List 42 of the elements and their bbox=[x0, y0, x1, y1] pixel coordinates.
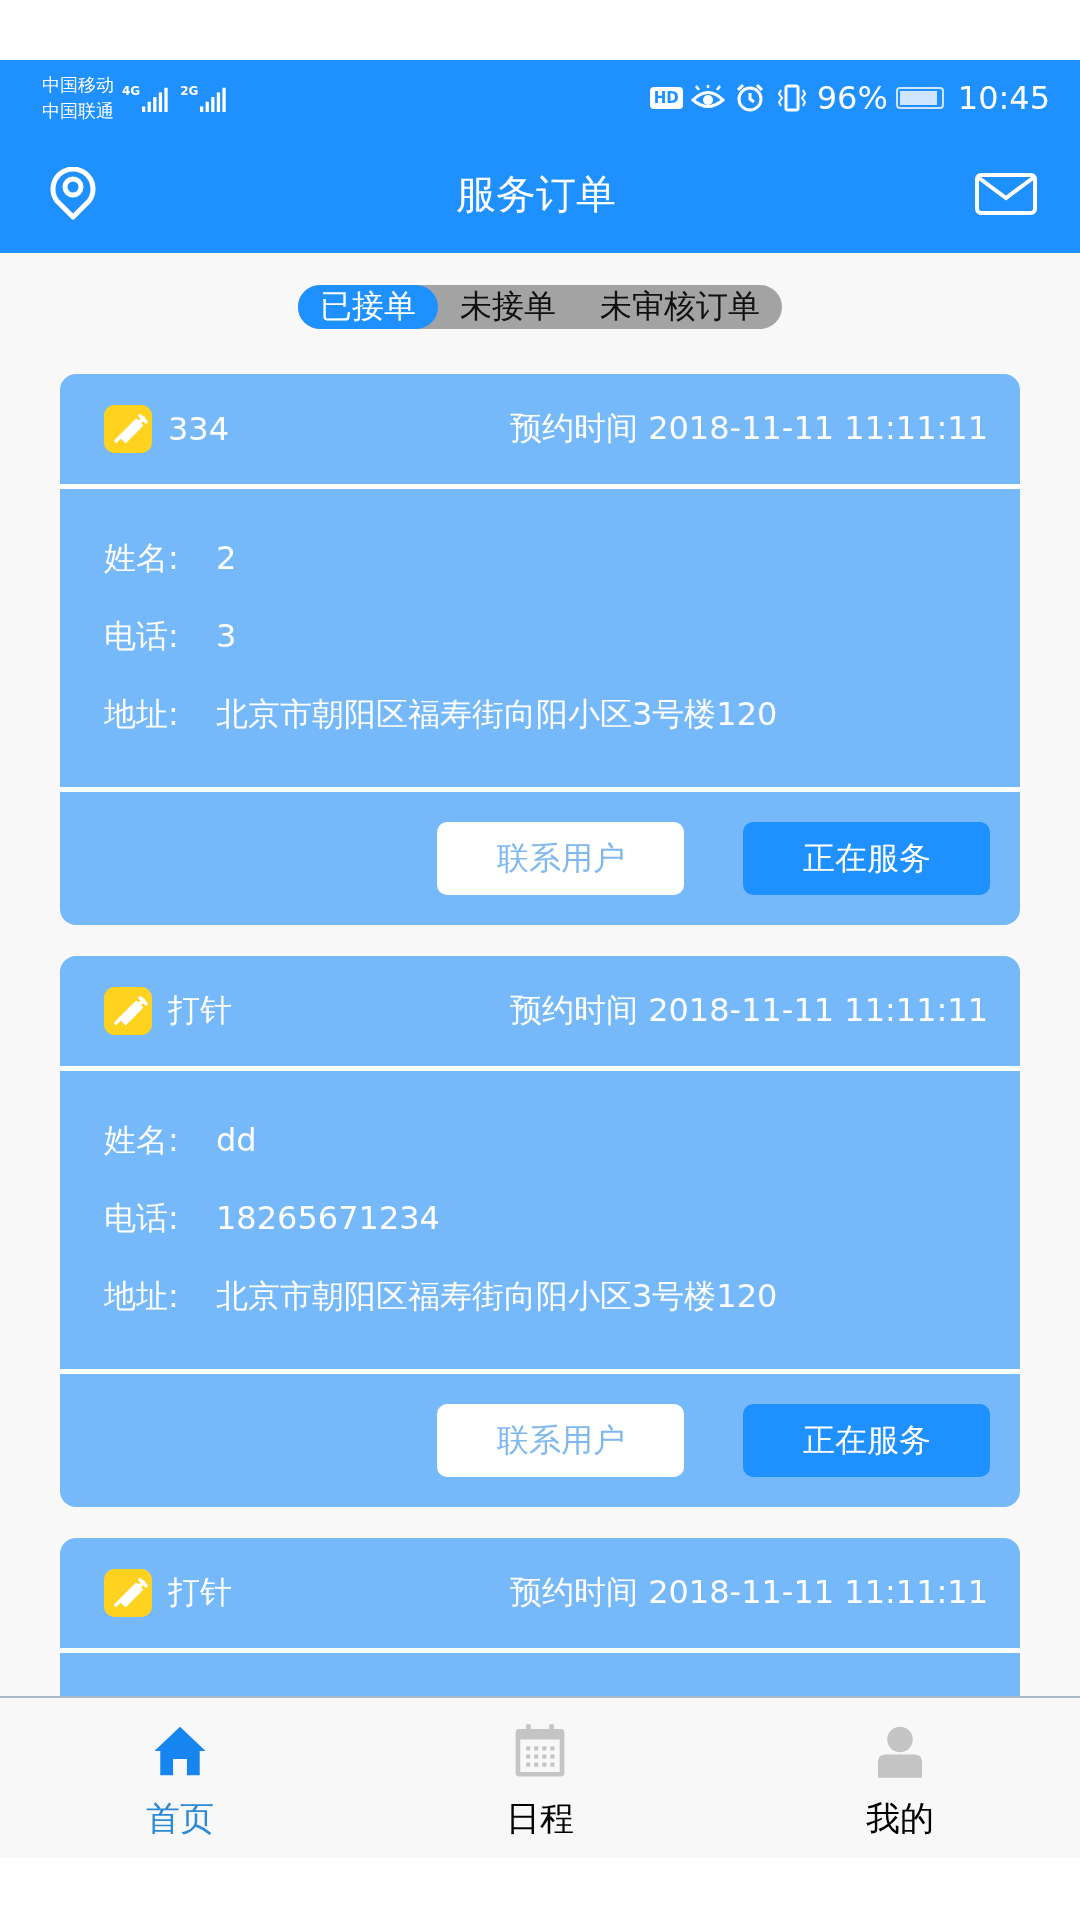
hd-badge: HD bbox=[649, 86, 683, 109]
appointment-time: 预约时间 2018-11-11 11:11:11 bbox=[509, 1572, 988, 1613]
nav-label[interactable]: 首页 bbox=[146, 1796, 214, 1842]
appointment-time: 预约时间 2018-11-11 11:11:11 bbox=[509, 408, 988, 449]
network-type: 4G bbox=[122, 83, 141, 98]
field-value: 北京市朝阳区福寿街向阳小区3号楼120 bbox=[216, 1277, 778, 1315]
status-button[interactable]: 正在服务 bbox=[743, 1404, 990, 1477]
clock-time: 10:45 bbox=[957, 78, 1050, 117]
field-label: 电话: bbox=[104, 1199, 180, 1237]
field-label: 电话: bbox=[104, 617, 180, 655]
field-label: 姓名: bbox=[104, 1121, 180, 1159]
syringe-icon bbox=[104, 987, 152, 1035]
service-name: 334 bbox=[168, 410, 230, 448]
page-title: 服务订单 bbox=[455, 169, 617, 219]
battery-icon bbox=[895, 86, 944, 109]
battery-percent: 96% bbox=[816, 78, 888, 117]
contact-button[interactable]: 联系用户 bbox=[437, 822, 684, 895]
contact-button[interactable]: 联系用户 bbox=[437, 1404, 684, 1477]
syringe-icon bbox=[104, 405, 152, 453]
field-label: 地址: bbox=[104, 1277, 180, 1315]
nav-label[interactable]: 我的 bbox=[866, 1796, 934, 1842]
tab[interactable]: 未接单 bbox=[438, 285, 578, 329]
field-label: 地址: bbox=[104, 695, 180, 733]
carrier-name: 中国移动 bbox=[42, 72, 114, 97]
tab[interactable]: 未审核订单 bbox=[578, 285, 782, 329]
field-value: 18265671234 bbox=[216, 1199, 440, 1237]
field-value: 北京市朝阳区福寿街向阳小区3号楼120 bbox=[216, 695, 778, 733]
tab[interactable]: 已接单 bbox=[298, 285, 438, 329]
location-pin-icon[interactable] bbox=[48, 167, 98, 221]
field-value: 2 bbox=[216, 539, 237, 577]
field-label: 姓名: bbox=[104, 539, 180, 577]
nav-label[interactable]: 日程 bbox=[506, 1796, 574, 1842]
appointment-time: 预约时间 2018-11-11 11:11:11 bbox=[509, 990, 988, 1031]
carrier-name: 中国联通 bbox=[42, 98, 114, 123]
status-button[interactable]: 正在服务 bbox=[743, 822, 990, 895]
network-type: 2G bbox=[180, 83, 199, 98]
mail-icon[interactable] bbox=[974, 172, 1038, 216]
service-name: 打针 bbox=[168, 1572, 232, 1613]
field-value: dd bbox=[216, 1121, 257, 1159]
field-value: 3 bbox=[216, 617, 237, 655]
syringe-icon bbox=[104, 1569, 152, 1617]
service-name: 打针 bbox=[168, 990, 232, 1031]
